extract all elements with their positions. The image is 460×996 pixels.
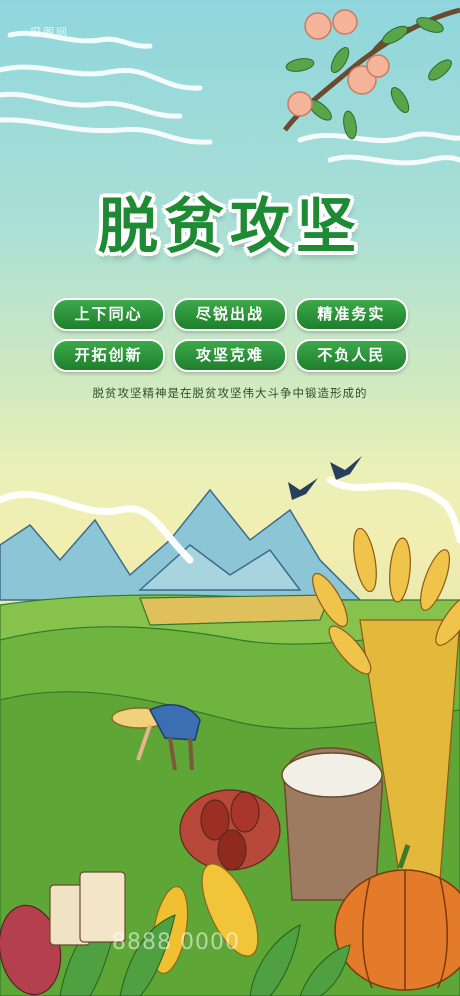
slogan-pill: 攻坚克难: [173, 339, 287, 372]
watermark-logo: 摄图网: [30, 26, 69, 39]
illustration: [0, 7, 460, 996]
peach-branch: [283, 7, 460, 140]
slogan-grid: 上下同心 尽锐出战 精准务实 开拓创新 攻坚克难 不负人民: [52, 298, 408, 372]
slogan-pill: 尽锐出战: [173, 298, 287, 331]
dates-bowl: [179, 789, 281, 871]
top-clouds: [0, 30, 460, 166]
subtitle: 脱贫攻坚精神是在脱贫攻坚伟大斗争中锻造形成的: [92, 386, 368, 400]
slogan-pill: 不负人民: [294, 339, 408, 372]
swallows: [288, 456, 362, 500]
poster-title: 脱贫攻坚: [98, 192, 362, 262]
slogan-pill: 开拓创新: [52, 339, 166, 372]
slogan-pill: 精准务实: [294, 298, 408, 331]
slogan-pill: 上下同心: [52, 298, 166, 331]
rice-sack: [281, 747, 383, 901]
poster: 摄图网 脱贫攻坚 上下同心 尽锐出战 精准务实 开拓创新 攻坚克难 不负人民 脱…: [0, 0, 460, 996]
phone-watermark: 8888 0000: [112, 930, 240, 955]
